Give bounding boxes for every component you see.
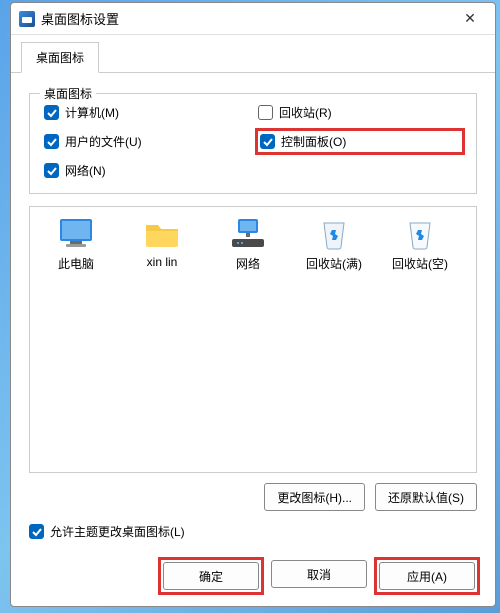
check-label: 用户的文件(U) — [65, 133, 142, 150]
check-label: 网络(N) — [65, 162, 106, 179]
check-recycle[interactable]: 回收站(R) — [258, 104, 462, 121]
check-control-panel[interactable]: 控制面板(O) — [260, 133, 346, 150]
desktop-icon-settings-dialog: 桌面图标设置 ✕ 桌面图标 桌面图标 计算机(M) 回收站(R) — [10, 2, 496, 607]
check-allow-theme[interactable]: 允许主题更改桌面图标(L) — [29, 523, 477, 540]
titlebar: 桌面图标设置 ✕ — [11, 3, 495, 35]
icon-thispc[interactable]: 此电脑 — [36, 217, 116, 272]
group-desktop-icons: 桌面图标 计算机(M) 回收站(R) 用户的文件(U) — [29, 93, 477, 194]
change-icon-button[interactable]: 更改图标(H)... — [264, 483, 365, 511]
checkbox-grid: 计算机(M) 回收站(R) 用户的文件(U) 控制面板(O) — [44, 104, 462, 179]
icon-userfolder[interactable]: xin lin — [122, 217, 202, 272]
tab-desktop-icons[interactable]: 桌面图标 — [21, 42, 99, 73]
recycle-full-icon — [314, 217, 354, 251]
app-icon — [19, 11, 35, 27]
icon-label: 网络 — [208, 255, 288, 272]
content-area: 桌面图标 计算机(M) 回收站(R) 用户的文件(U) — [11, 73, 495, 550]
checkbox-icon — [44, 134, 59, 149]
cancel-button[interactable]: 取消 — [271, 560, 367, 588]
ok-button[interactable]: 确定 — [163, 562, 259, 590]
tab-label: 桌面图标 — [36, 51, 84, 65]
checkbox-icon — [258, 105, 273, 120]
icon-network[interactable]: 网络 — [208, 217, 288, 272]
icon-label: 回收站(空) — [380, 255, 460, 272]
icon-recycle-full[interactable]: 回收站(满) — [294, 217, 374, 272]
close-icon: ✕ — [464, 10, 476, 27]
highlight-ok: 确定 — [158, 557, 264, 595]
window-title: 桌面图标设置 — [41, 9, 449, 28]
apply-button[interactable]: 应用(A) — [379, 562, 475, 590]
check-label: 回收站(R) — [279, 104, 332, 121]
highlight-control-panel: 控制面板(O) — [255, 128, 465, 155]
folder-icon — [142, 217, 182, 251]
icon-label: xin lin — [122, 255, 202, 269]
check-label: 控制面板(O) — [281, 133, 346, 150]
check-network[interactable]: 网络(N) — [44, 162, 248, 179]
check-label: 允许主题更改桌面图标(L) — [50, 523, 185, 540]
checkbox-icon — [260, 134, 275, 149]
check-computer[interactable]: 计算机(M) — [44, 104, 248, 121]
dialog-footer: 确定 取消 应用(A) — [11, 550, 495, 606]
icon-label: 此电脑 — [36, 255, 116, 272]
close-button[interactable]: ✕ — [449, 5, 491, 33]
group-title: 桌面图标 — [40, 85, 96, 102]
icon-label: 回收站(满) — [294, 255, 374, 272]
icon-recycle-empty[interactable]: 回收站(空) — [380, 217, 460, 272]
restore-defaults-button[interactable]: 还原默认值(S) — [375, 483, 477, 511]
network-icon — [228, 217, 268, 251]
monitor-icon — [56, 217, 96, 251]
icon-preview-panel: 此电脑 xin lin 网络 — [29, 206, 477, 473]
check-userfiles[interactable]: 用户的文件(U) — [44, 131, 248, 152]
check-label: 计算机(M) — [65, 104, 119, 121]
icon-action-row: 更改图标(H)... 还原默认值(S) — [29, 483, 477, 511]
checkbox-icon — [29, 524, 44, 539]
tab-strip: 桌面图标 — [11, 35, 495, 73]
checkbox-icon — [44, 105, 59, 120]
checkbox-icon — [44, 163, 59, 178]
highlight-apply: 应用(A) — [374, 557, 480, 595]
icon-row: 此电脑 xin lin 网络 — [36, 217, 470, 272]
recycle-empty-icon — [400, 217, 440, 251]
